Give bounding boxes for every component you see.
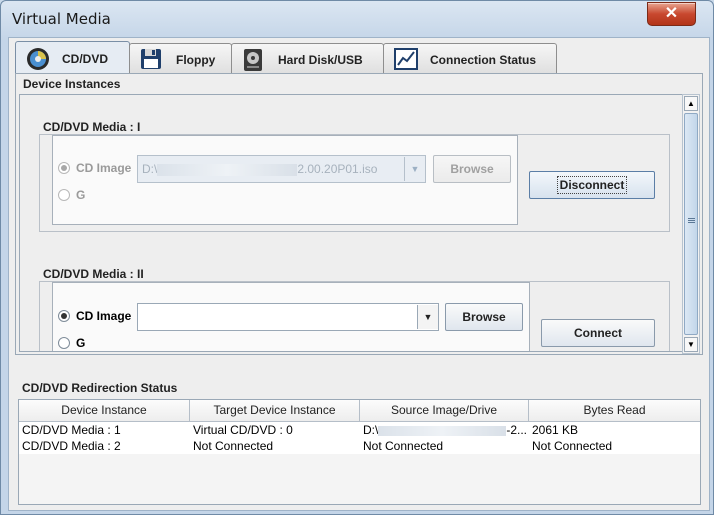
table-row[interactable]: CD/DVD Media : 2 Not Connected Not Conne… [19, 438, 700, 454]
connect-button[interactable]: Connect [541, 319, 655, 347]
image-path-combo-1[interactable]: D:\ 2.00.20P01.iso ▼ [137, 155, 426, 183]
tab-floppy[interactable]: Floppy [129, 43, 232, 75]
table-cell: Not Connected [363, 439, 444, 453]
radio-label: CD Image [76, 161, 132, 175]
window-title: Virtual Media [12, 10, 111, 28]
tab-cd-dvd[interactable]: CD/DVD [15, 41, 130, 76]
browse-button-2[interactable]: Browse [445, 303, 523, 331]
table-row[interactable]: CD/DVD Media : 1 Virtual CD/DVD : 0 D:\ -… [19, 422, 700, 438]
radio-button [58, 337, 70, 349]
scroll-down-icon[interactable]: ▼ [684, 337, 698, 352]
drive-radio-1[interactable]: G [58, 188, 85, 202]
table-cell: CD/DVD Media : 1 [22, 423, 121, 437]
radio-label: G [76, 336, 86, 350]
media-title-1: CD/DVD Media : I [43, 120, 141, 134]
disconnect-button[interactable]: Disconnect [529, 171, 655, 199]
radio-button [58, 310, 70, 322]
chevron-down-icon[interactable]: ▼ [404, 157, 425, 181]
column-header[interactable]: Device Instance [19, 400, 190, 421]
table-cell: 2061 KB [532, 423, 579, 437]
media-title-2: CD/DVD Media : II [43, 267, 144, 281]
floppy-icon [140, 48, 164, 72]
scroll-up-icon[interactable]: ▲ [684, 96, 698, 111]
hard-disk-icon [242, 48, 266, 72]
tab-label: Hard Disk/USB [278, 52, 363, 67]
tab-label: CD/DVD [62, 52, 109, 66]
tab-connection-status[interactable]: Connection Status [383, 43, 557, 75]
table-body: CD/DVD Media : 1 Virtual CD/DVD : 0 D:\ -… [19, 422, 700, 454]
cd-image-radio-1[interactable]: CD Image [58, 161, 131, 175]
cd-dvd-panel: Device Instances CD/DVD Media : I CD Ima… [15, 73, 703, 355]
table-cell: D:\ -2... [363, 423, 528, 437]
radio-button [58, 162, 70, 174]
device-instances-label: Device Instances [23, 77, 121, 91]
chart-icon [394, 47, 418, 72]
tab-hard-disk-usb[interactable]: Hard Disk/USB [231, 43, 384, 75]
redacted-path [157, 163, 298, 176]
image-path-value: D:\ 2.00.20P01.iso [142, 162, 378, 176]
vertical-scrollbar[interactable]: ▲ ▼ [682, 94, 700, 354]
table-cell: Not Connected [193, 439, 274, 453]
close-button[interactable]: ✕ [647, 2, 696, 26]
browse-button-1[interactable]: Browse [433, 155, 511, 183]
close-icon: ✕ [664, 5, 679, 22]
table-header: Device Instance Target Device Instance S… [19, 400, 700, 422]
cd-image-radio-2[interactable]: CD Image [58, 309, 131, 323]
virtual-media-window: Virtual Media ✕ CD/DVD Floppy Hard Disk/… [0, 0, 714, 515]
chevron-down-icon[interactable]: ▼ [417, 305, 438, 329]
cd-icon [26, 47, 50, 71]
redacted-path [378, 425, 507, 436]
redirection-status-label: CD/DVD Redirection Status [22, 381, 178, 395]
column-header[interactable]: Target Device Instance [190, 400, 360, 421]
drive-radio-2[interactable]: G [58, 336, 85, 350]
column-header[interactable]: Source Image/Drive [360, 400, 529, 421]
radio-label: G [76, 188, 86, 202]
redirection-status-table: Device Instance Target Device Instance S… [18, 399, 701, 505]
table-cell: Not Connected [532, 439, 613, 453]
column-header[interactable]: Bytes Read [529, 400, 700, 421]
radio-label: CD Image [76, 309, 132, 323]
device-instances-scroll-area: CD/DVD Media : I CD Image G D:\ 2.00.20P0… [19, 94, 683, 352]
scroll-thumb[interactable] [684, 113, 698, 335]
radio-button [58, 189, 70, 201]
table-cell: Virtual CD/DVD : 0 [193, 423, 293, 437]
tab-label: Connection Status [430, 52, 537, 67]
table-cell: CD/DVD Media : 2 [22, 439, 121, 453]
tab-label: Floppy [176, 52, 216, 67]
client-area: CD/DVD Floppy Hard Disk/USB Connection S… [8, 37, 710, 511]
image-path-combo-2[interactable]: ▼ [137, 303, 439, 331]
